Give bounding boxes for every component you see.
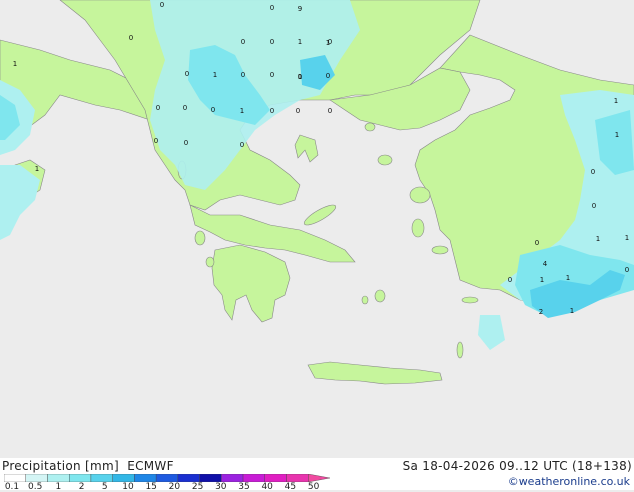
scale-swatch xyxy=(112,474,135,482)
value-marker: 0 xyxy=(326,72,330,80)
scale-tick-label: 10 xyxy=(122,482,134,492)
scale-tick-label: 40 xyxy=(261,482,273,492)
value-marker: 0 xyxy=(591,168,595,176)
scale-swatch xyxy=(264,474,287,482)
value-marker: 0 xyxy=(185,70,189,78)
land-kos xyxy=(461,296,479,304)
land-lemnos xyxy=(377,154,393,166)
legend-bar: Precipitation [mm] ECMWF Sa 18-04-2026 0… xyxy=(0,458,634,492)
scale-tick-label: 30 xyxy=(215,482,227,492)
scale-swatch xyxy=(308,474,330,482)
scale-swatch xyxy=(47,474,70,482)
land-chios xyxy=(411,218,425,238)
value-marker: 0 xyxy=(270,71,274,79)
scale-tick-label: 25 xyxy=(191,482,204,492)
value-marker: 0 xyxy=(241,38,245,46)
timestamp-label: Sa 18-04-2026 09..12 UTC (18+138) xyxy=(402,459,632,473)
scale-tick-label: 15 xyxy=(145,482,157,492)
land-lesbos xyxy=(409,186,431,204)
land-paros xyxy=(361,295,369,305)
value-marker: 1 xyxy=(570,307,574,315)
value-marker: 0 xyxy=(296,107,300,115)
value-marker: 0 xyxy=(592,202,596,210)
weather-map-frame: 0090001101000000001001000111000101214110… xyxy=(0,0,634,492)
scale-swatch xyxy=(134,474,157,482)
value-marker: 1 xyxy=(35,165,39,173)
value-marker: 0 xyxy=(241,71,245,79)
scale-tick-label: 0.1 xyxy=(4,482,20,492)
value-marker: 1 xyxy=(13,60,17,68)
scale-swatch xyxy=(242,474,265,482)
scale-tick-label: 50 xyxy=(307,482,320,492)
scale-tick-label: 20 xyxy=(168,482,181,492)
value-marker: 2 xyxy=(539,308,543,316)
value-marker: 0 xyxy=(184,139,188,147)
scale-swatch xyxy=(199,474,222,482)
value-marker: 0 xyxy=(270,4,274,12)
scale-swatch xyxy=(221,474,244,482)
value-marker: 0 xyxy=(156,104,160,112)
scale-swatch xyxy=(68,474,92,482)
value-marker: 9 xyxy=(298,5,302,13)
land-kefalonia xyxy=(194,230,206,246)
value-marker: 0 xyxy=(240,141,244,149)
value-marker: 1 xyxy=(298,73,302,81)
land-naxos xyxy=(374,289,386,303)
product-title: Precipitation [mm] ECMWF xyxy=(2,459,174,473)
value-marker: 0 xyxy=(508,276,512,284)
value-marker: 1 xyxy=(213,71,217,79)
value-marker: 1 xyxy=(625,234,629,242)
value-marker: 1 xyxy=(596,235,600,243)
scale-swatch xyxy=(155,474,179,482)
value-marker: 1 xyxy=(540,276,544,284)
value-marker: 0 xyxy=(154,137,158,145)
value-marker: 4 xyxy=(543,260,548,268)
land-samos xyxy=(431,245,449,255)
scale-tick-label: 45 xyxy=(284,482,297,492)
value-marker: 1 xyxy=(566,274,570,282)
value-marker: 1 xyxy=(240,107,244,115)
credit-link[interactable]: ©weatheronline.co.uk xyxy=(508,475,630,488)
scale-swatch xyxy=(177,474,200,482)
scale-swatch xyxy=(90,474,113,482)
product-label: Precipitation [mm] xyxy=(2,459,119,473)
value-marker: 0 xyxy=(328,38,332,46)
value-marker: 0 xyxy=(129,34,133,42)
scale-tick-label: 1 xyxy=(55,482,62,492)
value-marker: 0 xyxy=(535,239,539,247)
value-marker: 1 xyxy=(298,38,302,46)
value-marker: 0 xyxy=(270,38,274,46)
value-marker: 0 xyxy=(625,266,629,274)
value-marker: 1 xyxy=(615,131,619,139)
scale-swatch xyxy=(286,474,309,482)
value-marker: 0 xyxy=(160,1,164,9)
model-label: ECMWF xyxy=(127,459,174,473)
scale-tick-label: 5 xyxy=(101,482,108,492)
land-zakynthos xyxy=(205,256,215,268)
value-marker: 0 xyxy=(328,107,332,115)
land-thasos xyxy=(364,122,376,132)
value-marker: 0 xyxy=(183,104,187,112)
value-marker: 0 xyxy=(270,107,274,115)
scale-swatch xyxy=(25,474,48,482)
scale-swatch xyxy=(4,474,26,482)
color-scale-ticks: 0.1 0.5 1 2 5 10 15 20 25 30 35 40 45 50 xyxy=(0,482,330,492)
land-karpathos xyxy=(456,341,464,359)
color-scale xyxy=(4,474,330,482)
scale-tick-label: 2 xyxy=(78,482,85,492)
value-marker: 1 xyxy=(614,97,618,105)
scale-tick-label: 0.5 xyxy=(28,482,43,492)
precipitation-map: 0 0 9 0 0 0 1 1 0 1 0 0 0 0 0 0 0 0 1 0 0 1 0 0 0 1 1 1 0 0 0 1 0 1 2 1 4 1 1 0… xyxy=(0,0,634,458)
value-marker: 0 xyxy=(211,106,215,114)
scale-tick-label: 35 xyxy=(238,482,250,492)
